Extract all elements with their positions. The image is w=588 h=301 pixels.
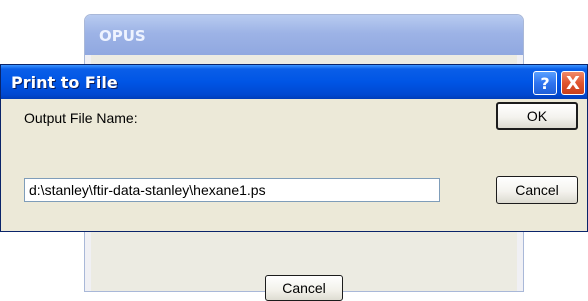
output-file-name-input[interactable]: d:\stanley\ftir-data-stanley\hexane1.ps	[24, 178, 440, 202]
help-icon[interactable]: ?	[533, 71, 557, 95]
dialog-title: Print to File	[11, 73, 118, 92]
opus-cancel-button[interactable]: Cancel	[265, 275, 343, 301]
print-to-file-dialog: Print to File ? X	[0, 64, 588, 232]
ok-button[interactable]: OK	[496, 102, 578, 130]
close-icon[interactable]: X	[561, 71, 585, 95]
output-file-name-label: Output File Name:	[24, 110, 138, 126]
cancel-button[interactable]: Cancel	[496, 176, 578, 204]
dialog-title-bar[interactable]: Print to File ? X	[1, 65, 587, 99]
opus-window-title: OPUS	[99, 27, 146, 45]
opus-title-bar[interactable]: OPUS	[85, 15, 523, 55]
